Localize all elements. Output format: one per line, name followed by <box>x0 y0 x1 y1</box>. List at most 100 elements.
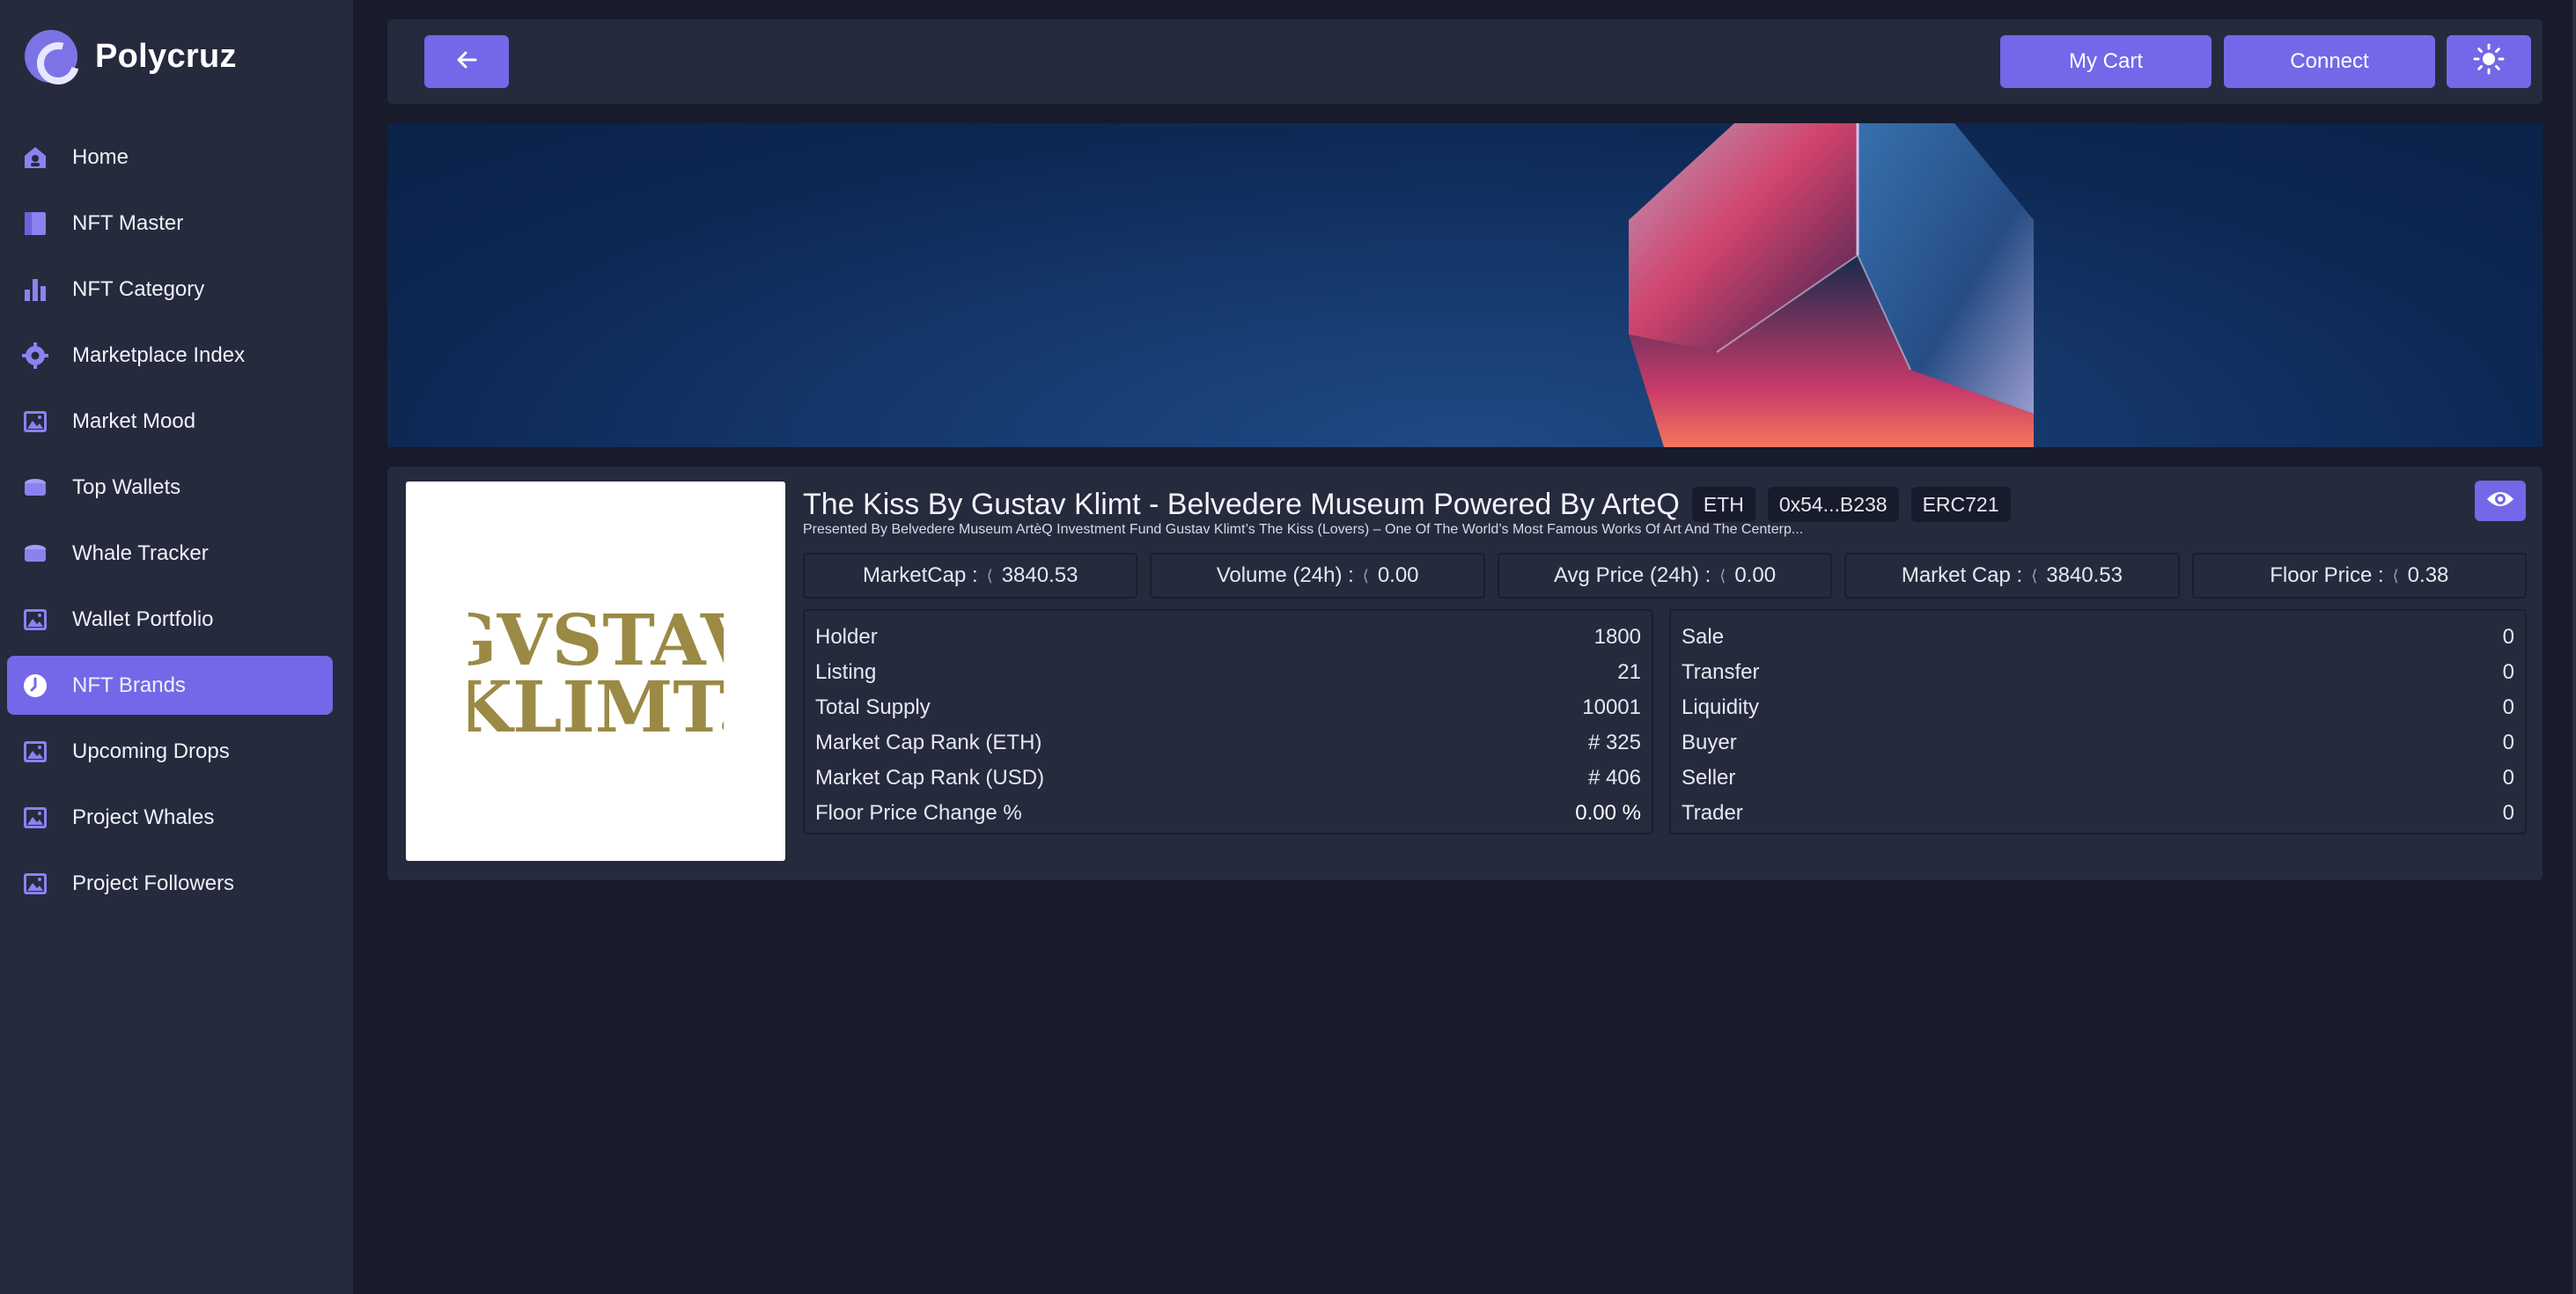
activity-stats-table: Sale 0 Transfer 0 Liquidity 0 Buyer 0 Seller… <box>1669 609 2527 834</box>
table-row: Market Cap Rank (ETH) # 325 <box>815 725 1641 761</box>
row-value: 0 <box>2502 695 2514 719</box>
table-row: Market Cap Rank (USD) # 406 <box>815 761 1641 796</box>
row-label: Transfer <box>1682 660 1760 684</box>
sidebar-item-whale-tracker[interactable]: Whale Tracker <box>7 524 333 583</box>
watch-button[interactable] <box>2475 481 2526 521</box>
collection-image: GVSTAV KLIMT. <box>406 482 785 861</box>
eth-icon: ⟨ <box>2392 566 2399 585</box>
sidebar-item-label: NFT Category <box>72 276 205 301</box>
stat-marketcap: MarketCap : ⟨ 3840.53 <box>803 553 1138 599</box>
eth-icon: ⟨ <box>1362 566 1369 585</box>
sidebar-item-home[interactable]: Home <box>7 128 333 187</box>
eth-icon: ⟨ <box>1719 566 1726 585</box>
image-icon <box>21 804 49 832</box>
brand[interactable]: Polycruz <box>25 28 237 85</box>
row-label: Total Supply <box>815 695 931 719</box>
theme-toggle-button[interactable] <box>2447 35 2531 88</box>
stat-value: 0.00 <box>1734 563 1777 587</box>
row-label: Sale <box>1682 625 1725 649</box>
sidebar-item-project-followers[interactable]: Project Followers <box>7 854 333 913</box>
sidebar-item-market-mood[interactable]: Market Mood <box>7 392 333 451</box>
sidebar-item-upcoming-drops[interactable]: Upcoming Drops <box>7 722 333 781</box>
sidebar-item-label: Upcoming Drops <box>72 739 230 763</box>
stat-value: 3840.53 <box>2046 563 2123 587</box>
image-icon <box>21 870 49 898</box>
stat-market-cap: Market Cap : ⟨ 3840.53 <box>1844 553 2180 599</box>
eye-icon <box>2485 489 2515 514</box>
sidebar-item-wallet-portfolio[interactable]: Wallet Portfolio <box>7 590 333 649</box>
collection-description: Presented By Belvedere Museum ArtèQ Inve… <box>803 522 1804 537</box>
back-button[interactable] <box>424 35 509 88</box>
table-row: Buyer 0 <box>1682 725 2514 761</box>
sidebar-item-nft-brands[interactable]: NFT Brands <box>7 656 333 715</box>
row-value: 0.00 % <box>1575 801 1641 825</box>
row-value: # 406 <box>1587 766 1641 790</box>
table-row: Floor Price Change % 0.00 % <box>815 796 1641 831</box>
stat-volume-24h: Volume (24h) : ⟨ 0.00 <box>1150 553 1485 599</box>
table-row: Transfer 0 <box>1682 655 2514 690</box>
sidebar-item-label: Home <box>72 144 129 169</box>
row-label: Seller <box>1682 766 1736 790</box>
wallet-icon <box>21 540 49 568</box>
table-row: Holder 1800 <box>815 620 1641 655</box>
sidebar-item-label: Marketplace Index <box>72 342 246 367</box>
holder-stats-table: Holder 1800 Listing 21 Total Supply 10001 M… <box>803 609 1653 834</box>
sidebar-item-label: Project Whales <box>72 805 215 829</box>
row-value: 1800 <box>1593 625 1641 649</box>
collection-details-card: GVSTAV KLIMT. The Kiss By Gustav Klimt -… <box>387 467 2543 880</box>
sidebar-item-label: Market Mood <box>72 408 196 433</box>
sidebar-item-nft-master[interactable]: NFT Master <box>7 194 333 253</box>
sidebar-item-label: NFT Brands <box>72 673 186 697</box>
connect-button[interactable]: Connect <box>2224 35 2435 88</box>
collection-banner <box>387 123 2543 447</box>
image-icon <box>21 408 49 436</box>
sidebar-item-label: Wallet Portfolio <box>72 607 214 631</box>
sidebar-item-nft-category[interactable]: NFT Category <box>7 260 333 319</box>
my-cart-button[interactable]: My Cart <box>2000 35 2212 88</box>
stat-avg-price-24h: Avg Price (24h) : ⟨ 0.00 <box>1497 553 1833 599</box>
page-scrollbar[interactable] <box>2572 0 2576 1294</box>
svg-text:KLIMT.: KLIMT. <box>468 665 724 742</box>
stat-label: Avg Price (24h) : <box>1553 563 1711 587</box>
stat-value: 0.38 <box>2407 563 2449 587</box>
stat-floor-price: Floor Price : ⟨ 0.38 <box>2191 553 2528 599</box>
home-icon <box>21 143 49 172</box>
stat-value: 3840.53 <box>1001 563 1078 587</box>
contract-address-badge[interactable]: 0x54...B238 <box>1767 487 1899 522</box>
row-label: Trader <box>1682 801 1743 825</box>
gustav-klimt-logo: GVSTAV KLIMT. <box>468 601 724 742</box>
sidebar-nav: Home NFT Master NFT Category Marketplace… <box>7 128 333 920</box>
row-value: 0 <box>2502 660 2514 684</box>
image-icon <box>21 738 49 766</box>
table-row: Total Supply 10001 <box>815 690 1641 725</box>
book-icon <box>21 210 49 238</box>
sidebar: Polycruz Home NFT Master NFT Category Ma… <box>0 0 353 1294</box>
row-label: Floor Price Change % <box>815 801 1022 825</box>
row-label: Market Cap Rank (ETH) <box>815 731 1042 754</box>
collection-title-row: The Kiss By Gustav Klimt - Belvedere Mus… <box>803 484 2011 525</box>
sidebar-item-marketplace-index[interactable]: Marketplace Index <box>7 326 333 385</box>
stat-label: Volume (24h) : <box>1216 563 1354 587</box>
gear-icon <box>21 342 49 370</box>
row-label: Liquidity <box>1682 695 1760 719</box>
stat-label: Floor Price : <box>2270 563 2384 587</box>
row-label: Market Cap Rank (USD) <box>815 766 1045 790</box>
polycruz-logo-icon <box>25 30 77 83</box>
brand-name: Polycruz <box>95 37 237 75</box>
banner-cube-image <box>1629 123 2034 447</box>
collection-title: The Kiss By Gustav Klimt - Belvedere Mus… <box>803 487 1680 521</box>
sidebar-item-top-wallets[interactable]: Top Wallets <box>7 458 333 517</box>
table-row: Seller 0 <box>1682 761 2514 796</box>
sidebar-item-label: Whale Tracker <box>72 540 209 565</box>
sidebar-item-project-whales[interactable]: Project Whales <box>7 788 333 847</box>
table-row: Listing 21 <box>815 655 1641 690</box>
eth-icon: ⟨ <box>2031 566 2038 585</box>
stats-row: MarketCap : ⟨ 3840.53 Volume (24h) : ⟨ 0… <box>803 553 2528 599</box>
eth-icon: ⟨ <box>986 566 993 585</box>
table-row: Trader 0 <box>1682 796 2514 831</box>
stat-label: Market Cap : <box>1901 563 2023 587</box>
row-value: 10001 <box>1582 695 1641 719</box>
sidebar-item-label: NFT Master <box>72 210 184 235</box>
row-value: 21 <box>1617 660 1641 684</box>
image-icon <box>21 606 49 634</box>
